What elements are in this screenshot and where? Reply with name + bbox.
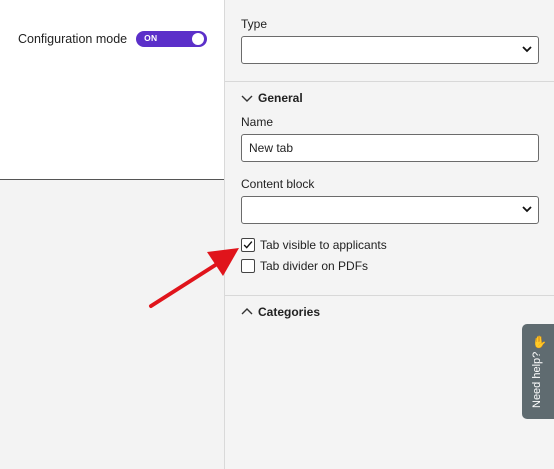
need-help-tab[interactable]: ✋ Need help? xyxy=(522,324,554,419)
configuration-area: Configuration mode ON xyxy=(0,0,224,180)
name-input[interactable] xyxy=(241,134,539,162)
chevron-down-icon xyxy=(522,206,532,213)
chevron-down-icon xyxy=(522,46,532,53)
toggle-knob xyxy=(192,33,205,45)
toggle-state-text: ON xyxy=(144,33,158,43)
divider xyxy=(225,295,554,296)
content-block-select[interactable] xyxy=(241,196,539,224)
general-section-toggle[interactable]: General xyxy=(241,91,303,105)
tab-visible-label: Tab visible to applicants xyxy=(260,238,387,252)
categories-section-toggle[interactable]: Categories xyxy=(241,305,320,319)
name-label: Name xyxy=(241,115,274,129)
chevron-down-icon xyxy=(241,95,253,102)
tab-divider-label: Tab divider on PDFs xyxy=(260,259,369,273)
type-select[interactable] xyxy=(241,36,539,64)
divider xyxy=(225,81,554,82)
properties-panel: Type General Name Content block Tab visi… xyxy=(224,0,554,469)
configuration-mode-label: Configuration mode xyxy=(18,32,128,46)
waving-hand-icon: ✋ xyxy=(532,335,547,349)
checkmark-icon xyxy=(243,241,253,249)
need-help-label: Need help? xyxy=(531,351,543,408)
type-label: Type xyxy=(241,17,268,31)
tab-visible-checkbox[interactable] xyxy=(241,238,255,252)
general-section-title: General xyxy=(258,91,303,105)
configuration-mode-row: Configuration mode ON xyxy=(18,31,208,47)
content-block-label: Content block xyxy=(241,177,315,191)
tab-visible-checkbox-row[interactable]: Tab visible to applicants xyxy=(241,238,387,252)
chevron-up-icon xyxy=(241,308,253,315)
configuration-mode-toggle[interactable]: ON xyxy=(136,31,208,47)
categories-section-title: Categories xyxy=(258,305,321,319)
left-pane: Configuration mode ON xyxy=(0,0,224,469)
tab-divider-checkbox[interactable] xyxy=(241,259,255,273)
tab-divider-checkbox-row[interactable]: Tab divider on PDFs xyxy=(241,259,368,273)
